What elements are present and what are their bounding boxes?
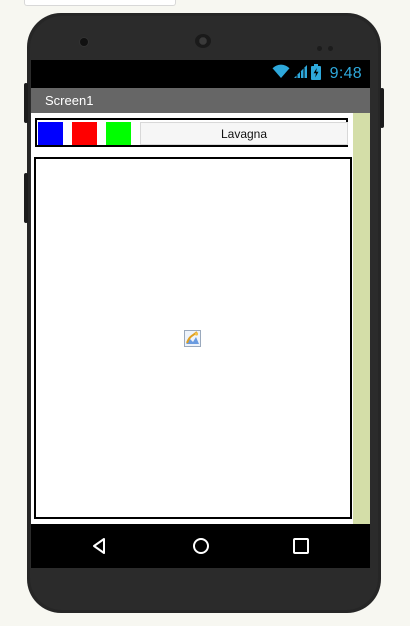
battery-icon: [310, 63, 321, 85]
status-time: 9:48: [329, 65, 362, 82]
wifi-icon: [272, 64, 290, 84]
blue-color-button[interactable]: [38, 122, 63, 145]
phone-screen: 9:48 Screen1 Lavagna: [31, 60, 370, 568]
home-icon[interactable]: [191, 536, 211, 556]
phone-frame: 9:48 Screen1 Lavagna: [24, 13, 384, 613]
signal-icon: [293, 64, 308, 84]
top-bar-fragment: [24, 0, 176, 6]
status-bar: 9:48: [31, 60, 370, 88]
navigation-bar: [31, 524, 370, 568]
lavagna-button[interactable]: Lavagna: [140, 122, 348, 145]
phone-volume-button: [24, 83, 28, 123]
drawing-canvas[interactable]: [34, 157, 352, 519]
green-color-button[interactable]: [106, 122, 131, 145]
color-toolbar: Lavagna: [35, 118, 348, 147]
earpiece-speaker: [195, 34, 211, 48]
image-placeholder-icon: [184, 330, 201, 352]
phone-side-button: [24, 173, 28, 223]
title-bar: Screen1: [31, 88, 370, 113]
app-content: Lavagna: [31, 113, 370, 524]
recents-icon[interactable]: [291, 536, 311, 556]
back-icon[interactable]: [90, 536, 110, 556]
phone-power-button: [380, 88, 384, 128]
phone-sensors: [311, 38, 333, 56]
red-color-button[interactable]: [72, 122, 97, 145]
scroll-area[interactable]: [353, 113, 370, 524]
front-camera: [80, 38, 88, 46]
screen-title: Screen1: [45, 93, 94, 108]
